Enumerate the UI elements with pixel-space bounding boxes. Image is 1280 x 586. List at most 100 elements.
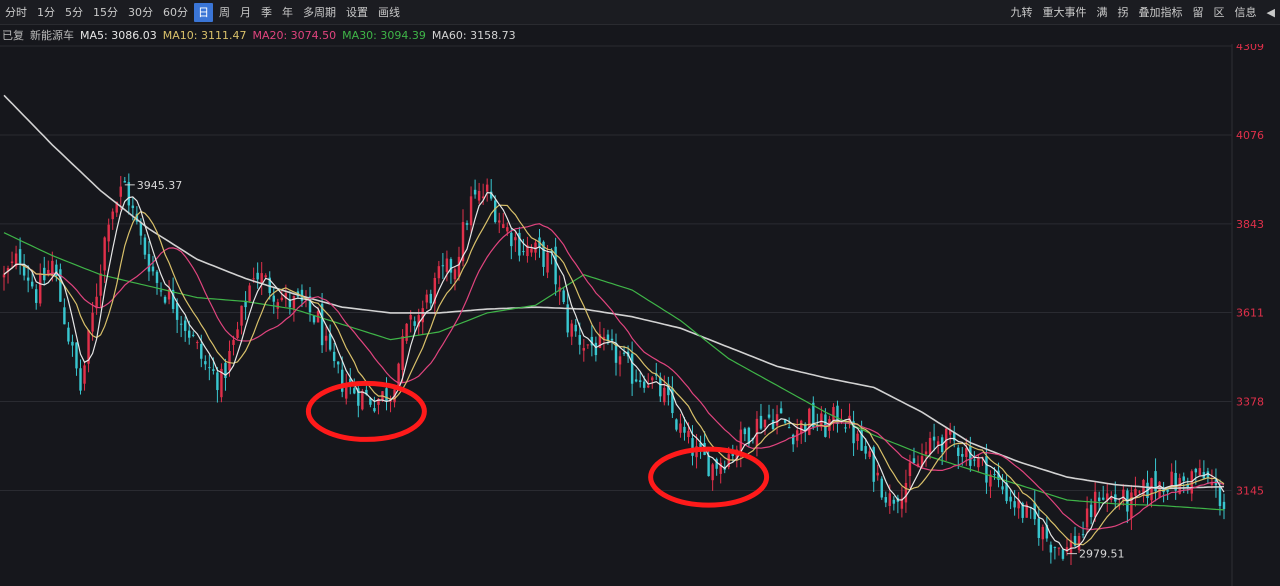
candle-body xyxy=(71,341,74,346)
candle-body xyxy=(711,464,714,481)
period-tab-6[interactable]: 日 xyxy=(194,2,213,22)
candle-body xyxy=(39,273,42,304)
candle xyxy=(675,418,678,432)
candle-body xyxy=(759,415,763,429)
candle-body xyxy=(252,278,255,280)
candle-body xyxy=(353,388,356,394)
candle-body xyxy=(506,227,509,232)
chart-tools: 九转 重大事件满拐叠加指标留区信息 ◀ xyxy=(1006,0,1280,24)
candle-body xyxy=(1053,546,1057,548)
candle-body xyxy=(924,451,928,455)
candle xyxy=(59,263,62,303)
period-tab-9[interactable]: 季 xyxy=(257,3,276,22)
candle-body xyxy=(530,248,533,253)
candle-body xyxy=(965,448,968,458)
candle-body xyxy=(236,329,239,338)
candle-body xyxy=(908,462,912,477)
candle-body xyxy=(554,246,557,285)
candle-body xyxy=(99,273,102,296)
candle-body xyxy=(127,182,131,206)
candle-body xyxy=(228,350,231,371)
period-tabs: 分时 1分 5分 15分 30分 60分日周月季年多周期 设置 画线 xyxy=(0,0,405,24)
candle-body xyxy=(361,390,364,410)
candle-body xyxy=(405,323,408,341)
candle-body xyxy=(775,414,779,426)
candle-body xyxy=(196,341,199,343)
candle-body xyxy=(159,290,163,292)
candle-body xyxy=(26,277,30,281)
period-tab-7[interactable]: 周 xyxy=(215,3,234,22)
candle-body xyxy=(187,330,191,338)
candle-body xyxy=(67,327,70,342)
speaker-icon[interactable]: ◀ xyxy=(1263,3,1279,22)
candle xyxy=(562,288,565,305)
candle-body xyxy=(574,324,577,332)
candle-body xyxy=(119,186,122,197)
candle-body xyxy=(256,272,259,280)
candle-body xyxy=(522,251,525,253)
candle-body xyxy=(208,367,211,369)
tool-button-0[interactable]: 九转 xyxy=(1007,3,1037,22)
period-tab-4[interactable]: 30分 xyxy=(124,3,157,22)
period-tab-0[interactable]: 分时 xyxy=(1,3,31,22)
candle xyxy=(880,476,883,500)
candle-body xyxy=(103,237,106,271)
candle-body xyxy=(345,385,348,399)
candle-body xyxy=(1170,471,1173,488)
period-tab-2[interactable]: 5分 xyxy=(61,3,87,22)
candle-body xyxy=(1093,491,1097,517)
candle-body xyxy=(610,338,614,341)
tool-button-7[interactable]: 信息 xyxy=(1231,3,1261,22)
candle-body xyxy=(75,342,78,369)
candle-body xyxy=(969,445,972,466)
ma30-label: MA30: xyxy=(342,28,377,42)
tool-button-4[interactable]: 叠加指标 xyxy=(1135,3,1187,22)
tool-button-1[interactable]: 重大事件 xyxy=(1039,3,1091,22)
period-tab-1[interactable]: 1分 xyxy=(33,3,59,22)
candle-body xyxy=(502,224,505,228)
candle-body xyxy=(1134,488,1137,496)
candle-body xyxy=(514,237,517,241)
ma5-value: 3086.03 xyxy=(111,28,157,42)
candle-body xyxy=(622,352,626,354)
candle-body xyxy=(546,252,549,273)
candle-body xyxy=(63,307,66,325)
candle-body xyxy=(425,294,428,303)
candle-body xyxy=(912,458,916,463)
period-tab-5[interactable]: 60分 xyxy=(159,3,192,22)
candle-body xyxy=(232,339,235,345)
candle-body xyxy=(453,269,457,280)
candle-body xyxy=(1166,489,1169,492)
candle-body xyxy=(240,305,243,326)
candle-body xyxy=(276,302,280,309)
period-tab-10[interactable]: 年 xyxy=(278,3,297,22)
ma10-value: 3111.47 xyxy=(200,28,247,42)
period-tab-3[interactable]: 15分 xyxy=(89,3,122,22)
tool-button-5[interactable]: 留 xyxy=(1189,3,1208,22)
period-tab-8[interactable]: 月 xyxy=(236,3,255,22)
candle-body xyxy=(832,407,835,421)
tool-button-3[interactable]: 拐 xyxy=(1114,3,1133,22)
ma60-value: 3158.73 xyxy=(470,28,516,42)
period-tab-12[interactable]: 设置 xyxy=(342,3,372,22)
candle-body xyxy=(1049,544,1053,553)
candle-body xyxy=(151,266,155,272)
tool-button-2[interactable]: 满 xyxy=(1093,3,1112,22)
candle-body xyxy=(651,377,654,381)
candle-body xyxy=(204,361,207,365)
candle-body xyxy=(1222,501,1226,509)
candle-body xyxy=(1085,508,1089,528)
candle-body xyxy=(808,408,811,435)
adjust-mode[interactable]: 已复 xyxy=(2,27,24,43)
period-tab-13[interactable]: 画线 xyxy=(374,3,404,22)
candle-body xyxy=(1013,501,1016,508)
candle-body xyxy=(248,285,251,302)
tool-button-6[interactable]: 区 xyxy=(1210,3,1229,22)
candle-body xyxy=(485,184,489,192)
kline-chart[interactable]: 4309 4076 3843 3611 3378 3145 3945.37 2979.51 xyxy=(0,44,1280,586)
candle-body xyxy=(272,295,275,302)
candle-body xyxy=(647,385,650,388)
candle-body xyxy=(1037,518,1041,538)
period-tab-11[interactable]: 多周期 xyxy=(299,3,340,22)
y-tick-label: 4076 xyxy=(1236,129,1264,142)
